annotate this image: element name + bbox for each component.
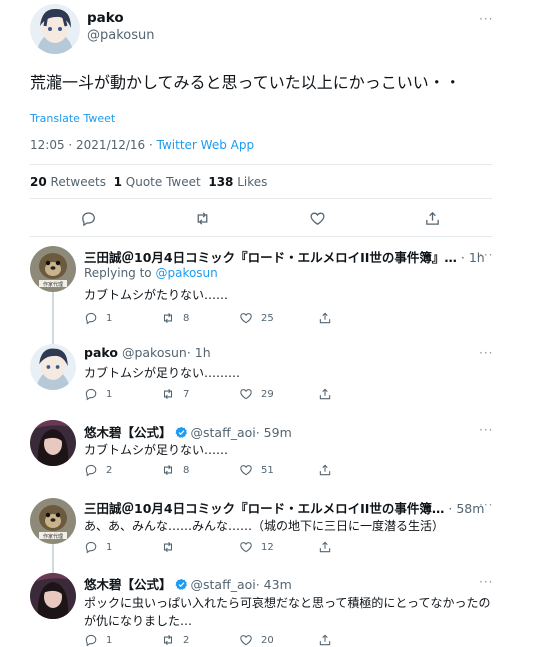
reply-author[interactable]: 悠木碧【公式】 @staff_aoi· 43m: [84, 574, 292, 593]
more-options-icon[interactable]: ···: [479, 423, 493, 437]
reply-button[interactable]: 2: [84, 463, 112, 477]
dog-avatar-image: 作家代理: [30, 498, 76, 544]
reply-button[interactable]: 1: [84, 387, 112, 401]
verified-icon: [175, 426, 188, 439]
reply-button[interactable]: 1: [84, 633, 112, 647]
quote-tweets-stat[interactable]: 1 Quote Tweet: [114, 175, 201, 189]
share-button[interactable]: [318, 633, 340, 647]
likes-stat[interactable]: 138 Likes: [208, 175, 267, 189]
reply-avatar[interactable]: 作家代理: [30, 246, 76, 292]
retweet-button[interactable]: 8: [161, 463, 189, 477]
share-icon[interactable]: [424, 210, 441, 227]
reply-button[interactable]: 1: [84, 540, 112, 554]
like-icon[interactable]: [309, 210, 326, 227]
share-icon: [318, 463, 332, 477]
anime-avatar-image: [30, 4, 80, 54]
translate-tweet-link[interactable]: Translate Tweet: [30, 112, 115, 125]
reply-avatar[interactable]: [30, 420, 76, 466]
reply-text: カブトムシがたりない……: [84, 288, 229, 302]
engagement-stats: 20 Retweets 1 Quote Tweet 138 Likes: [30, 175, 267, 189]
reply-text: カブトムシが足りない……: [84, 443, 229, 457]
more-options-icon[interactable]: ···: [479, 346, 493, 360]
share-icon: [318, 311, 332, 325]
like-button[interactable]: 25: [239, 311, 274, 325]
reply-author[interactable]: pako @pakosun· 1h: [84, 345, 211, 360]
like-button[interactable]: 29: [239, 387, 274, 401]
dog-avatar-image: 作家代理: [30, 246, 76, 292]
retweet-button[interactable]: 8: [161, 311, 189, 325]
retweet-icon: [161, 540, 175, 554]
retweet-icon: [161, 387, 175, 401]
replying-to: Replying to @pakosun: [84, 266, 218, 280]
main-tweet-author-name[interactable]: pako: [87, 10, 124, 26]
share-icon: [318, 633, 332, 647]
like-icon: [239, 463, 253, 477]
retweet-button[interactable]: [161, 540, 183, 554]
reply-avatar[interactable]: 作家代理: [30, 498, 76, 544]
reply-icon: [84, 633, 98, 647]
retweets-stat[interactable]: 20 Retweets: [30, 175, 106, 189]
share-icon: [318, 387, 332, 401]
reply-avatar[interactable]: [30, 573, 76, 619]
retweet-icon: [161, 463, 175, 477]
like-icon: [239, 387, 253, 401]
like-icon: [239, 633, 253, 647]
reply-text: カブトムシが足りない………: [84, 366, 241, 380]
reply-icon: [84, 540, 98, 554]
verified-icon: [175, 578, 188, 591]
tweet-source-link[interactable]: Twitter Web App: [157, 138, 254, 152]
more-options-icon[interactable]: ···: [479, 575, 493, 589]
share-button[interactable]: [318, 540, 340, 554]
reply-avatar[interactable]: [30, 344, 76, 390]
reply-icon[interactable]: [80, 210, 97, 227]
share-button[interactable]: [318, 387, 340, 401]
retweet-icon: [161, 311, 175, 325]
portrait-avatar-image: [30, 420, 76, 466]
retweet-button[interactable]: 2: [161, 633, 189, 647]
reply-text-line-2: が仇になりました…: [84, 614, 193, 628]
svg-text:作家代理: 作家代理: [43, 281, 63, 288]
like-button[interactable]: 20: [239, 633, 274, 647]
retweet-button[interactable]: 7: [161, 387, 189, 401]
reply-author[interactable]: 三田誠＠10月4日コミック『ロード・エルメロイII世の事件簿… · 58m: [84, 498, 484, 517]
reply-icon: [84, 463, 98, 477]
more-options-icon[interactable]: ···: [479, 12, 493, 26]
anime-avatar-image: [30, 344, 76, 390]
share-button[interactable]: [318, 463, 340, 477]
more-options-icon[interactable]: ···: [479, 248, 493, 262]
reply-text-line-1: ポックに虫いっぱい入れたら可哀想だなと思って積極的にとってなかったの: [84, 596, 491, 610]
reply-author[interactable]: 悠木碧【公式】 @staff_aoi· 59m: [84, 422, 292, 441]
retweet-icon[interactable]: [194, 210, 211, 227]
main-tweet-avatar[interactable]: [30, 4, 80, 54]
like-icon: [239, 540, 253, 554]
reply-author[interactable]: 三田誠＠10月4日コミック『ロード・エルメロイII世の事件簿』… · 1h: [84, 247, 485, 266]
svg-text:作家代理: 作家代理: [43, 533, 63, 540]
reply-icon: [84, 311, 98, 325]
replying-to-handle[interactable]: @pakosun: [155, 266, 217, 280]
tweet-timestamp: 12:05 · 2021/12/16 · Twitter Web App: [30, 138, 254, 152]
like-icon: [239, 311, 253, 325]
like-button[interactable]: 51: [239, 463, 274, 477]
tweet-time[interactable]: 12:05 · 2021/12/16 ·: [30, 138, 157, 152]
main-tweet-text: 荒瀧一斗が動かしてみると思っていた以上にかっこいい・・: [30, 73, 461, 92]
more-options-icon[interactable]: ···: [479, 498, 493, 512]
reply-button[interactable]: 1: [84, 311, 112, 325]
retweet-icon: [161, 633, 175, 647]
reply-text: あ、あ、みんな……みんな……（城の地下に三日に一度潜る生活）: [84, 519, 445, 533]
share-icon: [318, 540, 332, 554]
main-tweet-handle[interactable]: @pakosun: [87, 28, 155, 43]
reply-icon: [84, 387, 98, 401]
portrait-avatar-image: [30, 573, 76, 619]
like-button[interactable]: 12: [239, 540, 274, 554]
share-button[interactable]: [318, 311, 340, 325]
